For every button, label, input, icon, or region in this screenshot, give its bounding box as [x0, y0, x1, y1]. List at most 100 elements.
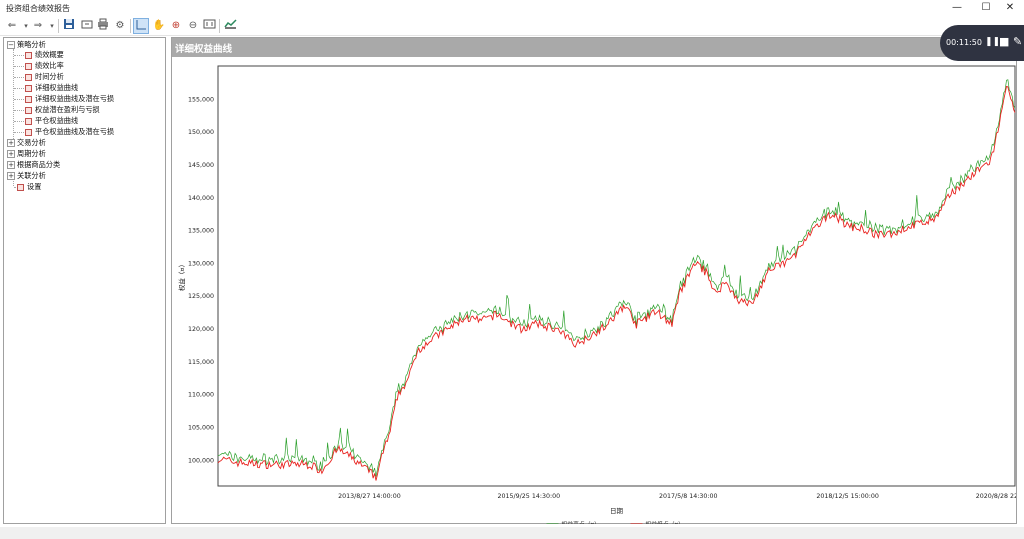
- y-tick-label: 140,000: [188, 195, 214, 202]
- tree-group-label: 策略分析: [17, 40, 46, 49]
- y-tick-label: 125,000: [188, 293, 214, 300]
- window-title: 投资组合绩效报告: [6, 4, 70, 13]
- edit-icon[interactable]: ✎: [1013, 35, 1022, 48]
- y-tick-label: 110,000: [188, 392, 214, 399]
- export-icon[interactable]: [79, 18, 95, 34]
- chart-icon: [25, 117, 32, 125]
- zoom-out-icon[interactable]: ⊖: [185, 18, 201, 34]
- x-tick-label: 2020/8/28 22:30:00: [976, 493, 1016, 500]
- y-tick-label: 155,000: [188, 96, 214, 103]
- screen-recorder-widget: 00:11:50 ❚❚ ■ ✎: [940, 25, 1024, 61]
- x-axis-label: 日期: [610, 507, 624, 515]
- legend-label-low: 权益低点（¤）: [646, 520, 684, 524]
- report-icon: [25, 51, 32, 59]
- tree-item-label: 详细权益曲线及潜在亏损: [35, 94, 115, 103]
- expand-icon[interactable]: +: [7, 161, 15, 169]
- tree-group-label: 根据商品分类: [17, 160, 61, 169]
- x-tick-label: 2018/12/5 15:00:00: [816, 493, 879, 500]
- tree-group-correlation[interactable]: + 关联分析: [7, 170, 46, 181]
- tree-item-label: 绩效概要: [35, 50, 64, 59]
- chart-icon: [25, 106, 32, 114]
- tree-connector: [14, 66, 24, 67]
- tree-item-performance-summary[interactable]: 绩效概要: [25, 49, 64, 60]
- y-tick-label: 150,000: [188, 129, 214, 136]
- tree-group-label: 关联分析: [17, 171, 46, 180]
- navigation-tree: − 策略分析 绩效概要 绩效比率 时间分析 详细权益曲线 详细权益曲线及潜在亏损 …: [3, 37, 166, 524]
- legend-label-high: 权益高点（¤）: [562, 520, 600, 524]
- tree-item-label: 时间分析: [35, 72, 64, 81]
- y-tick-label: 100,000: [188, 457, 214, 464]
- y-tick-label: 115,000: [188, 359, 214, 366]
- x-tick-label: 2015/9/25 14:30:00: [498, 493, 561, 500]
- tree-group-trade-analysis[interactable]: + 交易分析: [7, 137, 46, 148]
- tree-connector: [14, 99, 24, 100]
- tree-item-detailed-equity-curve[interactable]: 详细权益曲线: [25, 82, 78, 93]
- tree-item-label: 平仓权益曲线及潜在亏损: [35, 127, 115, 136]
- report-icon: [25, 73, 32, 81]
- settings-icon[interactable]: ⚙: [112, 18, 128, 34]
- expand-icon[interactable]: +: [7, 150, 15, 158]
- tree-item-label: 平仓权益曲线: [35, 116, 79, 125]
- tree-connector: [14, 77, 24, 78]
- tree-connector: [14, 88, 24, 89]
- tree-connector: [14, 121, 24, 122]
- chart-axes: [217, 65, 1016, 487]
- tree-group-period-analysis[interactable]: + 周期分析: [7, 148, 46, 159]
- tree-item-time-analysis[interactable]: 时间分析: [25, 71, 64, 82]
- tree-group-label: 交易分析: [17, 138, 46, 147]
- equity-chart[interactable]: 100,000 105,000 110,000 115,000 120,000 125,0…: [172, 58, 1016, 524]
- chart-title: 详细权益曲线: [175, 44, 233, 55]
- settings-grid-icon: [17, 183, 24, 191]
- minimize-button[interactable]: —: [943, 1, 971, 15]
- expand-icon[interactable]: +: [7, 139, 15, 147]
- expand-icon[interactable]: +: [7, 172, 15, 180]
- x-tick-label: 2013/8/27 14:00:00: [338, 493, 401, 500]
- stop-icon[interactable]: ■: [999, 35, 1009, 48]
- y-axis-label: 权益（¤）: [177, 261, 186, 291]
- crosshair-icon[interactable]: [133, 18, 149, 34]
- pan-icon[interactable]: ✋: [151, 18, 167, 34]
- tree-connector: [14, 55, 24, 56]
- pause-icon[interactable]: ❚❚: [985, 37, 1000, 47]
- toolbar-separator: [130, 19, 131, 33]
- tree-item-closed-equity-drawdown[interactable]: 平仓权益曲线及潜在亏损: [25, 126, 114, 137]
- zoom-in-icon[interactable]: ⊕: [168, 18, 184, 34]
- tree-group-by-commodity[interactable]: + 根据商品分类: [7, 159, 60, 170]
- save-icon[interactable]: [61, 18, 77, 34]
- x-tick-label: 2017/5/8 14:30:00: [659, 493, 718, 500]
- chart-icon: [25, 95, 32, 103]
- tree-item-label: 设置: [27, 182, 42, 191]
- y-tick-label: 145,000: [188, 162, 214, 169]
- fit-icon[interactable]: [201, 18, 217, 34]
- report-icon: [25, 62, 32, 70]
- tree-connector: [14, 132, 24, 133]
- chart-panel: 详细权益曲线 100,000 105,000 110,000 115,000 120,0…: [171, 37, 1017, 524]
- tree-item-label: 权益潜在盈利与亏损: [35, 105, 100, 114]
- close-button[interactable]: ✕: [996, 1, 1024, 15]
- tree-item-label: 绩效比率: [35, 61, 64, 70]
- tree-item-closed-equity-curve[interactable]: 平仓权益曲线: [25, 115, 78, 126]
- toolbar: ⇐ ▾ ⇒ ▾ ⚙ ✋ ⊕ ⊖: [0, 16, 1024, 36]
- tree-item-settings[interactable]: 设置: [17, 181, 41, 192]
- chart-type-icon[interactable]: [222, 18, 238, 34]
- y-tick-label: 135,000: [188, 228, 214, 235]
- status-bar: [0, 527, 1024, 539]
- toolbar-separator: [58, 19, 59, 33]
- chart-icon: [25, 84, 32, 92]
- tree-item-equity-curve-drawdown[interactable]: 详细权益曲线及潜在亏损: [25, 93, 114, 104]
- recording-timer: 00:11:50: [946, 38, 982, 47]
- print-icon[interactable]: [95, 18, 111, 34]
- tree-group-label: 周期分析: [17, 149, 46, 158]
- tree-connector: [13, 49, 14, 141]
- y-tick-label: 105,000: [188, 424, 214, 431]
- plot-area: [217, 65, 1016, 487]
- title-bar: 投资组合绩效报告 — ☐ ✕: [0, 0, 1024, 16]
- tree-item-performance-ratio[interactable]: 绩效比率: [25, 60, 64, 71]
- chart-header: 详细权益曲线: [172, 38, 1016, 57]
- tree-item-equity-profit-loss[interactable]: 权益潜在盈利与亏损: [25, 104, 100, 115]
- tree-connector: [14, 110, 24, 111]
- collapse-icon[interactable]: −: [7, 41, 15, 49]
- tree-item-label: 详细权益曲线: [35, 83, 79, 92]
- y-tick-label: 120,000: [188, 326, 214, 333]
- y-tick-label: 130,000: [188, 260, 214, 267]
